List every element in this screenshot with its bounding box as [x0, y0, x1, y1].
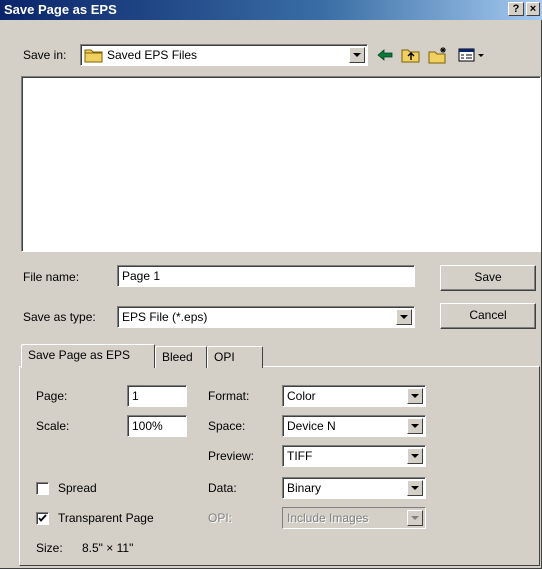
save-in-dropdown-arrow[interactable] — [349, 47, 365, 63]
space-dropdown[interactable]: Device N — [282, 415, 426, 437]
tab-label: Bleed — [162, 350, 193, 364]
page-input[interactable]: 1 — [127, 385, 187, 407]
save-as-type-value: EPS File (*.eps) — [122, 310, 208, 324]
opi-dropdown: Include Images — [282, 507, 426, 529]
folder-icon — [84, 49, 103, 63]
scale-input[interactable]: 100% — [127, 415, 187, 437]
up-one-level-icon[interactable] — [401, 46, 421, 64]
preview-label: Preview: — [208, 449, 255, 463]
save-button[interactable]: Save — [440, 265, 536, 291]
spread-label[interactable]: Spread — [58, 481, 97, 495]
opi-label: OPI: — [208, 511, 233, 525]
data-dropdown[interactable]: Binary — [282, 477, 426, 499]
preview-value: TIFF — [287, 449, 313, 463]
format-value: Color — [287, 389, 316, 403]
tab-bleed[interactable]: Bleed — [155, 346, 207, 368]
spread-checkbox[interactable] — [36, 482, 49, 495]
format-label: Format: — [208, 389, 250, 403]
space-label: Space: — [208, 419, 246, 433]
file-name-value: Page 1 — [122, 269, 161, 283]
page-label: Page: — [36, 389, 68, 403]
back-arrow-icon[interactable] — [375, 46, 395, 64]
save-as-type-dropdown[interactable]: EPS File (*.eps) — [117, 306, 415, 328]
checkmark-icon — [38, 514, 47, 522]
help-button[interactable]: ? — [508, 2, 524, 16]
file-list-area[interactable] — [21, 76, 541, 252]
space-dropdown-arrow[interactable] — [407, 418, 423, 434]
tab-label: Save Page as EPS — [28, 348, 131, 362]
cancel-button[interactable]: Cancel — [440, 303, 536, 329]
save-in-value: Saved EPS Files — [107, 48, 198, 62]
size-value: 8.5" × 11" — [82, 541, 134, 555]
view-menu-icon[interactable] — [458, 46, 488, 64]
scale-value: 100% — [132, 419, 163, 433]
title-bar[interactable]: Save Page as EPS — [0, 0, 542, 20]
transparent-page-checkbox[interactable] — [36, 512, 49, 525]
file-name-label: File name: — [23, 270, 80, 284]
opi-value: Include Images — [287, 511, 369, 525]
size-label: Size: — [36, 541, 63, 555]
preview-dropdown[interactable]: TIFF — [282, 445, 426, 467]
save-in-label: Save in: — [23, 48, 67, 62]
tab-save-page-as-eps[interactable]: Save Page as EPS — [21, 344, 155, 368]
close-button[interactable]: × — [526, 2, 540, 16]
page-value: 1 — [132, 389, 139, 403]
save-as-type-label: Save as type: — [23, 310, 96, 324]
save-as-type-dropdown-arrow[interactable] — [396, 309, 412, 325]
format-dropdown-arrow[interactable] — [407, 388, 423, 404]
format-dropdown[interactable]: Color — [282, 385, 426, 407]
new-folder-icon[interactable] — [428, 46, 448, 64]
data-value: Binary — [287, 481, 322, 495]
file-name-input[interactable]: Page 1 — [117, 265, 415, 287]
data-dropdown-arrow[interactable] — [407, 480, 423, 496]
scale-label: Scale: — [36, 419, 70, 433]
tab-opi[interactable]: OPI — [207, 346, 263, 368]
tab-label: OPI — [214, 350, 235, 364]
tab-panel — [19, 366, 540, 566]
preview-dropdown-arrow[interactable] — [407, 448, 423, 464]
transparent-page-label[interactable]: Transparent Page — [58, 511, 154, 525]
save-in-dropdown[interactable]: Saved EPS Files — [80, 44, 368, 66]
space-value: Device N — [287, 419, 336, 433]
window-title: Save Page as EPS — [4, 2, 117, 17]
save-eps-dialog: Save Page as EPS ? × Save in: Saved EPS … — [0, 0, 542, 569]
data-label: Data: — [208, 481, 237, 495]
opi-dropdown-arrow — [407, 510, 423, 526]
